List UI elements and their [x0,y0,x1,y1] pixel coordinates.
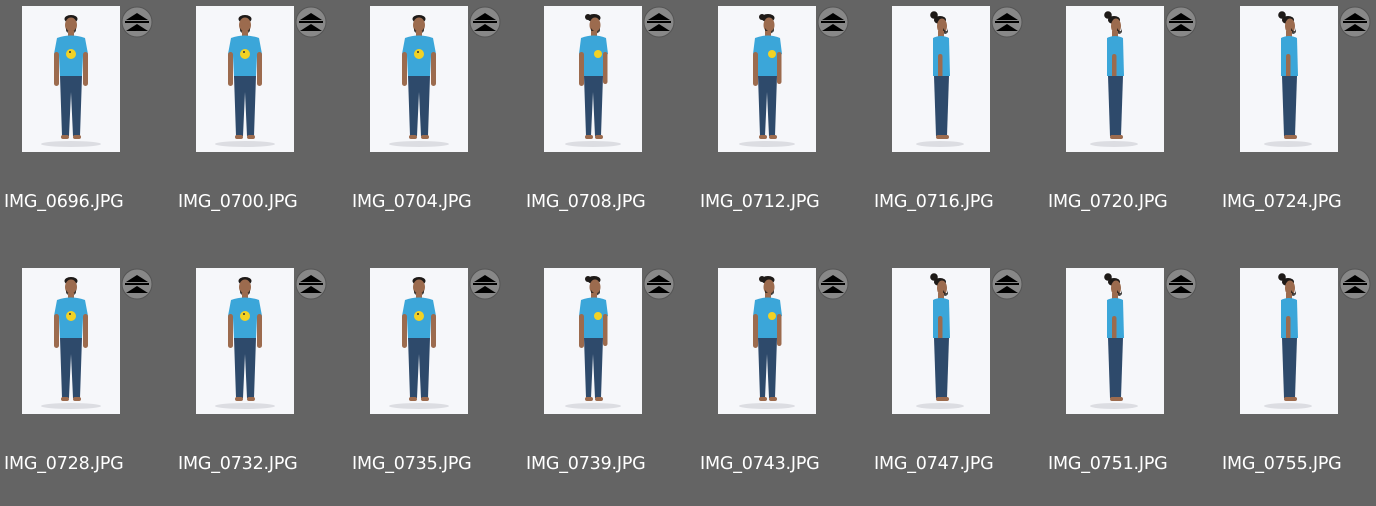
thumbnail-cell[interactable]: IMG_0732.JPG [174,262,348,506]
thumbnail-image[interactable] [196,268,294,414]
thumbnail-image[interactable] [892,6,990,152]
filename-label: IMG_0716.JPG [874,192,994,212]
filename-label: IMG_0700.JPG [178,192,298,212]
thumbnail-image[interactable] [196,6,294,152]
thumbnail-image[interactable] [718,268,816,414]
thumbnail-cell[interactable]: IMG_0751.JPG [1044,262,1218,506]
collapse-stack-icon[interactable] [295,268,327,300]
thumbnail-cell[interactable]: IMG_0743.JPG [696,262,870,506]
thumbnail-image[interactable] [1066,268,1164,414]
collapse-stack-icon[interactable] [1165,268,1197,300]
thumbnail-grid: IMG_0696.JPG IMG_0700.JPG IMG_0704.JPG I… [0,0,1376,488]
collapse-stack-icon[interactable] [643,268,675,300]
filename-label: IMG_0720.JPG [1048,192,1168,212]
thumbnail-cell[interactable]: IMG_0720.JPG [1044,0,1218,244]
thumbnail-image[interactable] [370,6,468,152]
collapse-stack-icon[interactable] [121,6,153,38]
collapse-stack-icon[interactable] [469,6,501,38]
thumbnail-image[interactable] [1066,6,1164,152]
thumbnail-cell[interactable]: IMG_0700.JPG [174,0,348,244]
filename-label: IMG_0696.JPG [4,192,124,212]
thumbnail-cell[interactable]: IMG_0704.JPG [348,0,522,244]
thumbnail-image[interactable] [22,6,120,152]
collapse-stack-icon[interactable] [469,268,501,300]
collapse-stack-icon[interactable] [991,6,1023,38]
filename-label: IMG_0735.JPG [352,454,472,474]
filename-label: IMG_0743.JPG [700,454,820,474]
thumbnail-cell[interactable]: IMG_0735.JPG [348,262,522,506]
collapse-stack-icon[interactable] [1165,6,1197,38]
collapse-stack-icon[interactable] [817,268,849,300]
thumbnail-image[interactable] [370,268,468,414]
collapse-stack-icon[interactable] [643,6,675,38]
thumbnail-image[interactable] [1240,6,1338,152]
thumbnail-cell[interactable]: IMG_0696.JPG [0,0,174,244]
collapse-stack-icon[interactable] [121,268,153,300]
filename-label: IMG_0728.JPG [4,454,124,474]
thumbnail-image[interactable] [22,268,120,414]
filename-label: IMG_0751.JPG [1048,454,1168,474]
thumbnail-cell[interactable]: IMG_0724.JPG [1218,0,1376,244]
collapse-stack-icon[interactable] [1339,268,1371,300]
thumbnail-image[interactable] [1240,268,1338,414]
filename-label: IMG_0747.JPG [874,454,994,474]
collapse-stack-icon[interactable] [295,6,327,38]
filename-label: IMG_0755.JPG [1222,454,1342,474]
thumbnail-cell[interactable]: IMG_0728.JPG [0,262,174,506]
thumbnail-image[interactable] [544,6,642,152]
filename-label: IMG_0712.JPG [700,192,820,212]
thumbnail-cell[interactable]: IMG_0716.JPG [870,0,1044,244]
filename-label: IMG_0739.JPG [526,454,646,474]
collapse-stack-icon[interactable] [1339,6,1371,38]
thumbnail-cell[interactable]: IMG_0739.JPG [522,262,696,506]
thumbnail-cell[interactable]: IMG_0747.JPG [870,262,1044,506]
filename-label: IMG_0724.JPG [1222,192,1342,212]
thumbnail-image[interactable] [892,268,990,414]
filename-label: IMG_0704.JPG [352,192,472,212]
filename-label: IMG_0732.JPG [178,454,298,474]
collapse-stack-icon[interactable] [991,268,1023,300]
thumbnail-cell[interactable]: IMG_0712.JPG [696,0,870,244]
thumbnail-image[interactable] [718,6,816,152]
filename-label: IMG_0708.JPG [526,192,646,212]
thumbnail-cell[interactable]: IMG_0708.JPG [522,0,696,244]
thumbnail-cell[interactable]: IMG_0755.JPG [1218,262,1376,506]
collapse-stack-icon[interactable] [817,6,849,38]
thumbnail-image[interactable] [544,268,642,414]
